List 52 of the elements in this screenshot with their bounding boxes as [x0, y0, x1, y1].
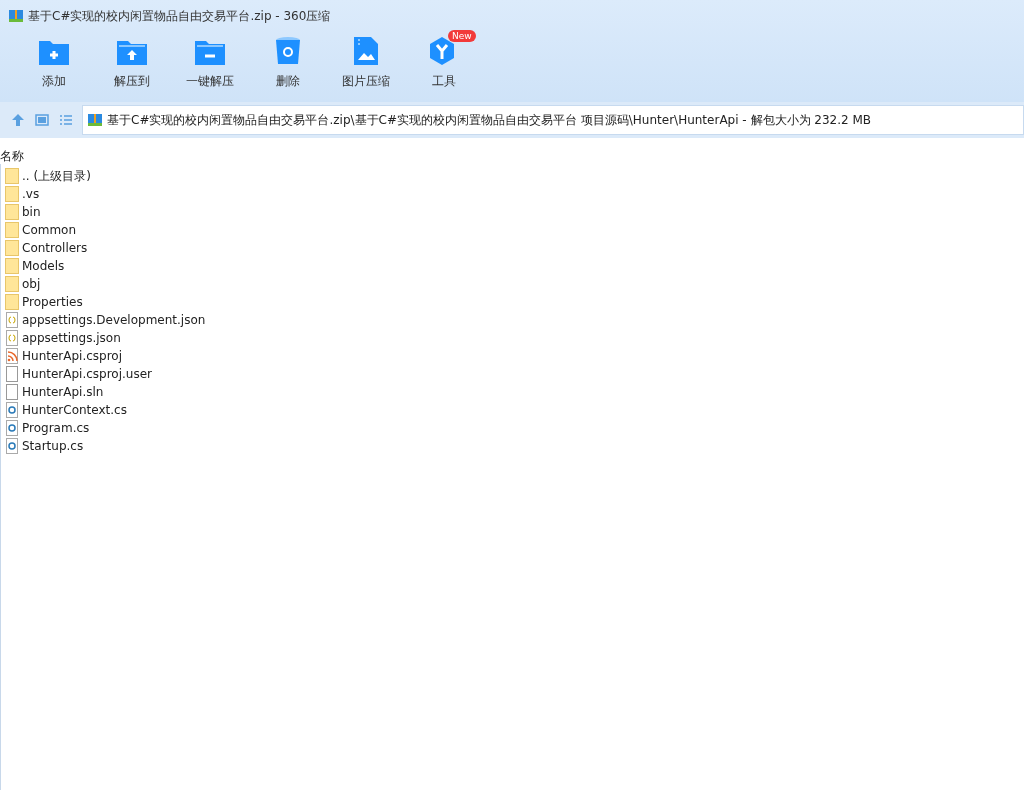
image-file-icon: [353, 36, 379, 66]
blank-file-icon: [6, 366, 18, 382]
new-badge: New: [448, 30, 476, 42]
code-file-icon: [6, 438, 18, 454]
file-row[interactable]: .. (上级目录): [5, 167, 1024, 185]
file-row[interactable]: Models: [5, 257, 1024, 275]
code-file-icon: [6, 420, 18, 436]
file-row[interactable]: appsettings.json: [5, 329, 1024, 347]
folder-upload-icon: [116, 38, 148, 66]
file-row[interactable]: Controllers: [5, 239, 1024, 257]
column-header[interactable]: 名称: [0, 148, 24, 164]
json-file-icon: [6, 330, 18, 346]
file-row[interactable]: HunterApi.csproj: [5, 347, 1024, 365]
archive-icon: [8, 8, 24, 24]
toolbar-button[interactable]: 删除: [248, 36, 328, 90]
json-file-icon: [6, 312, 18, 328]
folder-icon: [5, 258, 19, 274]
folder-plus-icon: [38, 38, 70, 66]
folder-icon: [5, 186, 19, 202]
folder-icon: [5, 168, 19, 184]
blank-file-icon: [6, 384, 18, 400]
file-row[interactable]: .vs: [5, 185, 1024, 203]
file-row[interactable]: HunterApi.sln: [5, 383, 1024, 401]
feed-file-icon: [6, 348, 18, 364]
folder-icon: [5, 204, 19, 220]
file-row[interactable]: Program.cs: [5, 419, 1024, 437]
toolbar-button[interactable]: 一键解压: [170, 36, 250, 90]
up-arrow-icon[interactable]: [10, 112, 26, 128]
code-file-icon: [6, 402, 18, 418]
toolbar-button[interactable]: 解压到: [92, 36, 172, 90]
archive-icon: [87, 112, 103, 128]
file-row[interactable]: obj: [5, 275, 1024, 293]
file-row[interactable]: HunterApi.csproj.user: [5, 365, 1024, 383]
file-row[interactable]: appsettings.Development.json: [5, 311, 1024, 329]
toolbar-button[interactable]: 添加: [14, 36, 94, 90]
recycle-bin-icon: [275, 36, 301, 66]
toolbar-button[interactable]: 图片压缩: [326, 36, 406, 90]
file-row[interactable]: Startup.cs: [5, 437, 1024, 455]
address-path: 基于C#实现的校内闲置物品自由交易平台.zip\基于C#实现的校内闲置物品自由交易平台 项目源码\Hunter\HunterApi - 解包大小为 232.2 MB: [107, 112, 872, 129]
folder-minus-icon: [194, 38, 226, 66]
list-view-icon[interactable]: [58, 112, 74, 128]
file-row[interactable]: Common: [5, 221, 1024, 239]
file-row[interactable]: HunterContext.cs: [5, 401, 1024, 419]
address-field[interactable]: 基于C#实现的校内闲置物品自由交易平台.zip\基于C#实现的校内闲置物品自由交易平台 项目源码\Hunter\HunterApi - 解包大小为 232.2 MB: [82, 105, 1024, 135]
folder-icon: [5, 240, 19, 256]
thumbnail-view-icon[interactable]: [34, 112, 50, 128]
file-row[interactable]: Properties: [5, 293, 1024, 311]
folder-icon: [5, 276, 19, 292]
file-row[interactable]: bin: [5, 203, 1024, 221]
folder-icon: [5, 294, 19, 310]
folder-icon: [5, 222, 19, 238]
window-title: 基于C#实现的校内闲置物品自由交易平台.zip - 360压缩: [28, 8, 331, 25]
